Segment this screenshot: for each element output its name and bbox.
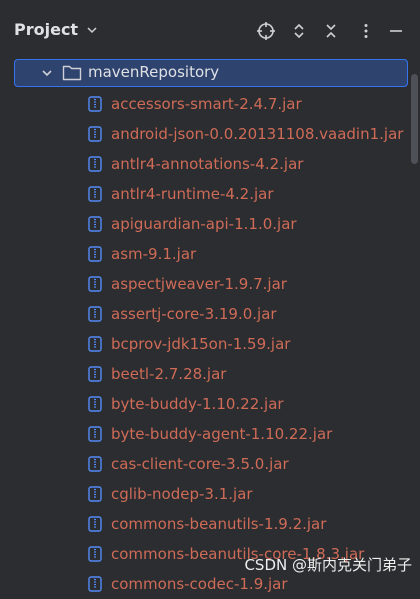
tree-item-jar[interactable]: asm-9.1.jar (88, 239, 196, 269)
tree-item-jar[interactable]: cas-client-core-3.5.0.jar (88, 449, 289, 479)
tree-item-label: android-json-0.0.20131108.vaadin1.jar (111, 125, 404, 143)
tree-item-jar[interactable]: beetl-2.7.28.jar (88, 359, 226, 389)
tree-item-label: assertj-core-3.19.0.jar (111, 305, 277, 323)
options-button[interactable] (355, 20, 377, 42)
tree-item-jar[interactable]: assertj-core-3.19.0.jar (88, 299, 277, 329)
select-opened-file-button[interactable] (255, 20, 277, 42)
vertical-scrollbar[interactable] (411, 74, 418, 164)
minimize-icon (390, 30, 402, 32)
watermark: CSDN @斯内克关门弟子 (244, 556, 412, 574)
tree-item-jar[interactable]: byte-buddy-agent-1.10.22.jar (88, 419, 332, 449)
more-icon (364, 24, 368, 38)
jar-archive-icon (88, 126, 102, 142)
tree-item-jar[interactable]: cglib-nodep-3.1.jar (88, 479, 253, 509)
jar-archive-icon (88, 516, 102, 532)
collapse-all-button[interactable] (320, 20, 342, 42)
project-view-selector[interactable]: Project (14, 20, 98, 39)
tree-item-jar[interactable]: accessors-smart-2.4.7.jar (88, 89, 302, 119)
project-panel-header: Project (0, 0, 420, 56)
tree-item-label: cglib-nodep-3.1.jar (111, 485, 253, 503)
tree-item-jar[interactable]: android-json-0.0.20131108.vaadin1.jar (88, 119, 403, 149)
tree-item-label: byte-buddy-1.10.22.jar (111, 395, 284, 413)
tree-item-label: accessors-smart-2.4.7.jar (111, 95, 302, 113)
tree-item-label: asm-9.1.jar (111, 245, 197, 263)
jar-archive-icon (88, 546, 102, 562)
jar-archive-icon (88, 366, 102, 382)
jar-archive-icon (88, 396, 102, 412)
panel-title: Project (14, 20, 79, 39)
jar-archive-icon (88, 216, 102, 232)
tree-item-label: antlr4-annotations-4.2.jar (111, 155, 304, 173)
tree-item-jar[interactable]: antlr4-annotations-4.2.jar (88, 149, 303, 179)
tree-item-jar[interactable]: apiguardian-api-1.1.0.jar (88, 209, 297, 239)
jar-archive-icon (88, 456, 102, 472)
tree-item-jar[interactable]: aspectjweaver-1.9.7.jar (88, 269, 287, 299)
jar-archive-icon (88, 486, 102, 502)
tree-item-label: beetl-2.7.28.jar (111, 365, 227, 383)
jar-archive-icon (88, 186, 102, 202)
tree-item-label: apiguardian-api-1.1.0.jar (111, 215, 297, 233)
jar-archive-icon (88, 246, 102, 262)
jar-archive-icon (88, 156, 102, 172)
tree-item-label: aspectjweaver-1.9.7.jar (111, 275, 287, 293)
chevron-down-icon (87, 26, 97, 33)
hide-panel-button[interactable] (385, 20, 407, 42)
project-tree: accessors-smart-2.4.7.jar android-json-0.… (0, 56, 410, 593)
collapse-all-icon (326, 24, 336, 38)
jar-archive-icon (88, 96, 102, 112)
expand-collapse-icon (294, 23, 304, 39)
jar-archive-icon (88, 306, 102, 322)
tree-item-jar[interactable]: commons-beanutils-1.9.2.jar (88, 509, 326, 539)
expand-all-button[interactable] (288, 20, 310, 42)
tree-item-jar[interactable]: byte-buddy-1.10.22.jar (88, 389, 284, 419)
tree-item-label: cas-client-core-3.5.0.jar (111, 455, 289, 473)
jar-archive-icon (88, 426, 102, 442)
tree-item-label: bcprov-jdk15on-1.59.jar (111, 335, 291, 353)
tree-item-label: commons-beanutils-1.9.2.jar (111, 515, 327, 533)
jar-archive-icon (88, 336, 102, 352)
jar-archive-icon (88, 576, 102, 592)
tree-item-label: commons-codec-1.9.jar (111, 575, 288, 593)
jar-archive-icon (88, 276, 102, 292)
tree-item-label: antlr4-runtime-4.2.jar (111, 185, 274, 203)
tree-item-label: byte-buddy-agent-1.10.22.jar (111, 425, 333, 443)
tree-item-jar[interactable]: antlr4-runtime-4.2.jar (88, 179, 274, 209)
crosshair-icon (257, 22, 275, 40)
tree-item-jar[interactable]: bcprov-jdk15on-1.59.jar (88, 329, 290, 359)
